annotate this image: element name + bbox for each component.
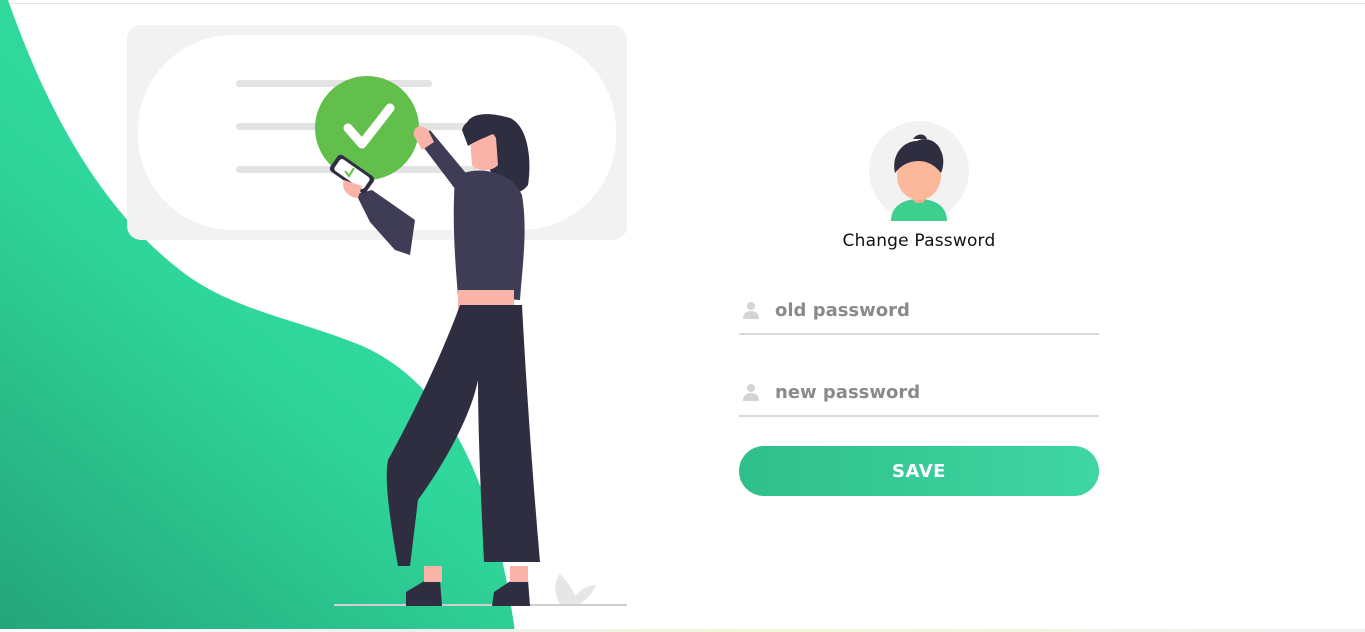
save-button[interactable]: SAVE [739,446,1099,496]
change-password-page: Change Password SAVE [0,0,1365,632]
new-password-input[interactable] [775,377,1095,407]
old-password-input[interactable] [775,295,1095,325]
user-icon [743,302,759,319]
user-icon [743,384,759,401]
new-password-field[interactable] [739,371,1099,417]
form-title: Change Password [842,231,996,251]
text-line-1 [236,80,432,87]
check-icon [315,76,419,180]
success-illustration [0,0,627,632]
avatar [869,121,969,221]
floor-line [334,604,627,606]
old-password-field[interactable] [739,289,1099,335]
plant-icon [555,574,596,604]
